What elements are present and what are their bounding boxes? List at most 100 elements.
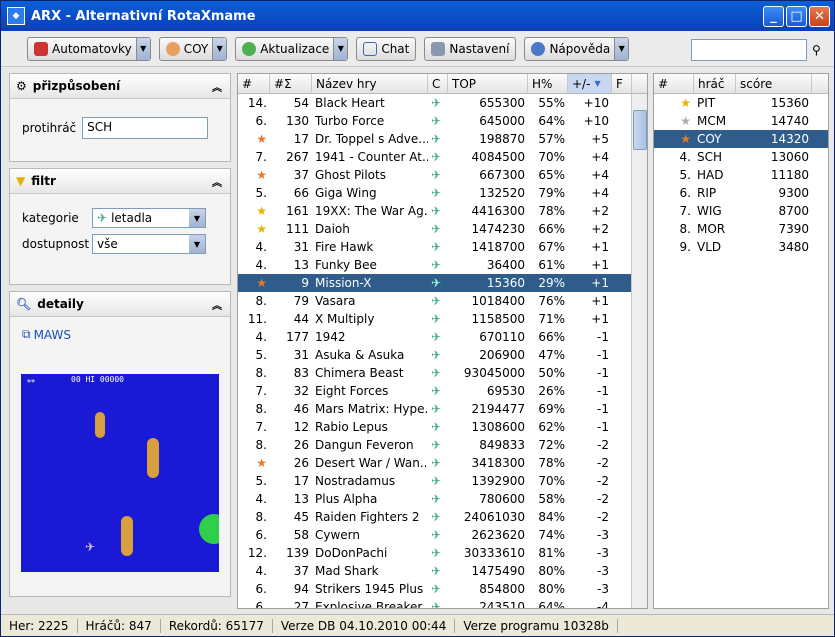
collapse-icon[interactable]: ︽ <box>212 297 222 312</box>
chevron-down-icon[interactable]: ▼ <box>189 209 205 227</box>
game-sum: 130 <box>286 114 309 128</box>
game-row[interactable]: 5. 66 Giga Wing ✈ 132520 79% +4 <box>238 184 647 202</box>
game-row[interactable]: 5. 31 Asuka & Asuka ✈ 206900 47% -1 <box>238 346 647 364</box>
chat-button[interactable]: Chat <box>356 36 417 61</box>
player-row[interactable]: 6. RIP 9300 <box>654 184 828 202</box>
game-row[interactable]: ★ 161 19XX: The War Ag... ✈ 4416300 78% +2 <box>238 202 647 220</box>
plane-category-icon: ✈ <box>431 366 442 380</box>
player-row[interactable]: 7. WIG 8700 <box>654 202 828 220</box>
custom-panel-header[interactable]: ⚙ přizpůsobení ︽ <box>10 74 230 99</box>
player-row[interactable]: ★ MCM 14740 <box>654 112 828 130</box>
game-row[interactable]: 4. 37 Mad Shark ✈ 1475490 80% -3 <box>238 562 647 580</box>
game-row[interactable]: 4. 31 Fire Hawk ✈ 1418700 67% +1 <box>238 238 647 256</box>
game-rank: 12. <box>247 546 267 560</box>
chevron-down-icon[interactable]: ▼ <box>135 37 150 60</box>
binoculars-icon[interactable]: ⚲ <box>812 43 821 57</box>
game-row[interactable]: 8. 83 Chimera Beast ✈ 93045000 50% -1 <box>238 364 647 382</box>
col-rank[interactable]: # <box>238 74 270 93</box>
game-row[interactable]: ★ 37 Ghost Pilots ✈ 667300 65% +4 <box>238 166 647 184</box>
game-row[interactable]: 6. 130 Turbo Force ✈ 645000 64% +10 <box>238 112 647 130</box>
minimize-button[interactable]: _ <box>763 6 784 27</box>
game-row[interactable]: ★ 17 Dr. Toppel s Adve... ✈ 198870 57% +5 <box>238 130 647 148</box>
game-row[interactable]: ★ 111 Daioh ✈ 1474230 66% +2 <box>238 220 647 238</box>
details-panel-header[interactable]: 🔍︎ detaily ︽ <box>10 292 230 317</box>
game-row[interactable]: 8. 45 Raiden Fighters 2 ✈ 24061030 84% -2 <box>238 508 647 526</box>
settings-button[interactable]: Nastavení <box>424 36 517 61</box>
game-row[interactable]: 4. 13 Plus Alpha ✈ 780600 58% -2 <box>238 490 647 508</box>
chevron-down-icon[interactable]: ▼ <box>333 37 348 60</box>
player-button[interactable]: COY ▼ <box>158 36 228 61</box>
col-category[interactable]: C <box>428 74 448 93</box>
game-sum: 139 <box>286 546 309 560</box>
player-row[interactable]: ★ COY 14320 <box>654 130 828 148</box>
scroll-thumb[interactable] <box>633 110 647 150</box>
game-row[interactable]: 4. 177 1942 ✈ 670110 66% -1 <box>238 328 647 346</box>
game-percent: 65% <box>538 168 565 182</box>
chevron-down-icon[interactable]: ▼ <box>614 37 629 60</box>
col-sum[interactable]: #Σ <box>270 74 312 93</box>
chevron-down-icon[interactable]: ▼ <box>212 37 227 60</box>
player-score: 7390 <box>778 222 809 236</box>
game-sum: 46 <box>293 402 309 416</box>
player-row[interactable]: ★ PIT 15360 <box>654 94 828 112</box>
col-plusminus[interactable]: +/- ▼ <box>568 74 612 93</box>
filter-panel-header[interactable]: ▼ filtr ︽ <box>10 169 230 194</box>
chevron-down-icon[interactable]: ▼ <box>189 235 205 253</box>
game-row[interactable]: ★ 9 Mission-X ✈ 15360 29% +1 <box>238 274 647 292</box>
game-row[interactable]: 7. 267 1941 - Counter At... ✈ 4084500 70% +4 <box>238 148 647 166</box>
update-button[interactable]: Aktualizace ▼ <box>235 36 349 61</box>
close-button[interactable]: ✕ <box>809 6 830 27</box>
game-row[interactable]: 6. 94 Strikers 1945 Plus ✈ 854800 80% -3 <box>238 580 647 598</box>
game-row[interactable]: 11. 44 X Multiply ✈ 1158500 71% +1 <box>238 310 647 328</box>
plane-category-icon: ✈ <box>431 384 442 398</box>
plane-category-icon: ✈ <box>431 510 442 524</box>
plane-category-icon: ✈ <box>431 114 442 128</box>
collapse-icon[interactable]: ︽ <box>212 79 222 94</box>
col-flag[interactable]: F <box>612 74 632 93</box>
game-percent: 69% <box>538 402 565 416</box>
players-table: # hráč scóre ★ PIT 15360 ★ MCM 14740 ★ COY 14320… <box>653 73 829 609</box>
col-score[interactable]: scóre <box>736 74 812 93</box>
game-name: 1941 - Counter At... <box>315 150 428 164</box>
availability-select[interactable]: vše ▼ <box>92 234 206 254</box>
game-row[interactable]: ★ 26 Desert War / Wan... ✈ 3418300 78% -2 <box>238 454 647 472</box>
game-row[interactable]: 6. 27 Explosive Breaker ✈ 243510 64% -4 <box>238 598 647 608</box>
automat-button[interactable]: Automatovky ▼ <box>27 36 151 61</box>
game-row[interactable]: 5. 17 Nostradamus ✈ 1392900 70% -2 <box>238 472 647 490</box>
help-button[interactable]: Nápověda ▼ <box>524 36 630 61</box>
col-name[interactable]: Název hry <box>312 74 428 93</box>
game-rank: 6. <box>255 528 267 542</box>
game-row[interactable]: 7. 32 Eight Forces ✈ 69530 26% -1 <box>238 382 647 400</box>
game-row[interactable]: 4. 13 Funky Bee ✈ 36400 61% +1 <box>238 256 647 274</box>
game-row[interactable]: 8. 79 Vasara ✈ 1018400 76% +1 <box>238 292 647 310</box>
games-scrollbar[interactable] <box>631 94 647 608</box>
game-row[interactable]: 7. 12 Rabio Lepus ✈ 1308600 62% -1 <box>238 418 647 436</box>
game-row[interactable]: 8. 46 Mars Matrix: Hype... ✈ 2194477 69% -1 <box>238 400 647 418</box>
col-percent[interactable]: H% <box>528 74 568 93</box>
opponent-input[interactable]: SCH <box>82 117 209 139</box>
game-plusminus: -2 <box>597 510 609 524</box>
game-row[interactable]: 6. 58 Cywern ✈ 2623620 74% -3 <box>238 526 647 544</box>
player-row[interactable]: 4. SCH 13060 <box>654 148 828 166</box>
game-row[interactable]: 14. 54 Black Heart ✈ 655300 55% +10 <box>238 94 647 112</box>
col-player-rank[interactable]: # <box>654 74 694 93</box>
player-row[interactable]: 8. MOR 7390 <box>654 220 828 238</box>
game-sum: 267 <box>286 150 309 164</box>
player-row[interactable]: 9. VLD 3480 <box>654 238 828 256</box>
filter-panel-title: filtr <box>31 174 56 188</box>
collapse-icon[interactable]: ︽ <box>212 174 222 189</box>
game-top: 30333610 <box>463 546 525 560</box>
category-select[interactable]: ✈ letadla ▼ <box>92 208 206 228</box>
game-row[interactable]: 12. 139 DoDonPachi ✈ 30333610 81% -3 <box>238 544 647 562</box>
col-player[interactable]: hráč <box>694 74 736 93</box>
game-rank: ★ <box>238 456 270 470</box>
player-row[interactable]: 5. HAD 11180 <box>654 166 828 184</box>
search-input[interactable] <box>691 39 807 61</box>
maws-link[interactable]: ⧉ MAWS <box>22 327 218 342</box>
game-row[interactable]: 8. 26 Dangun Feveron ✈ 849833 72% -2 <box>238 436 647 454</box>
maximize-button[interactable]: □ <box>786 6 807 27</box>
game-plusminus: -2 <box>597 474 609 488</box>
chat-icon <box>363 41 378 56</box>
col-top[interactable]: TOP <box>448 74 528 93</box>
plane-category-icon: ✈ <box>431 456 442 470</box>
